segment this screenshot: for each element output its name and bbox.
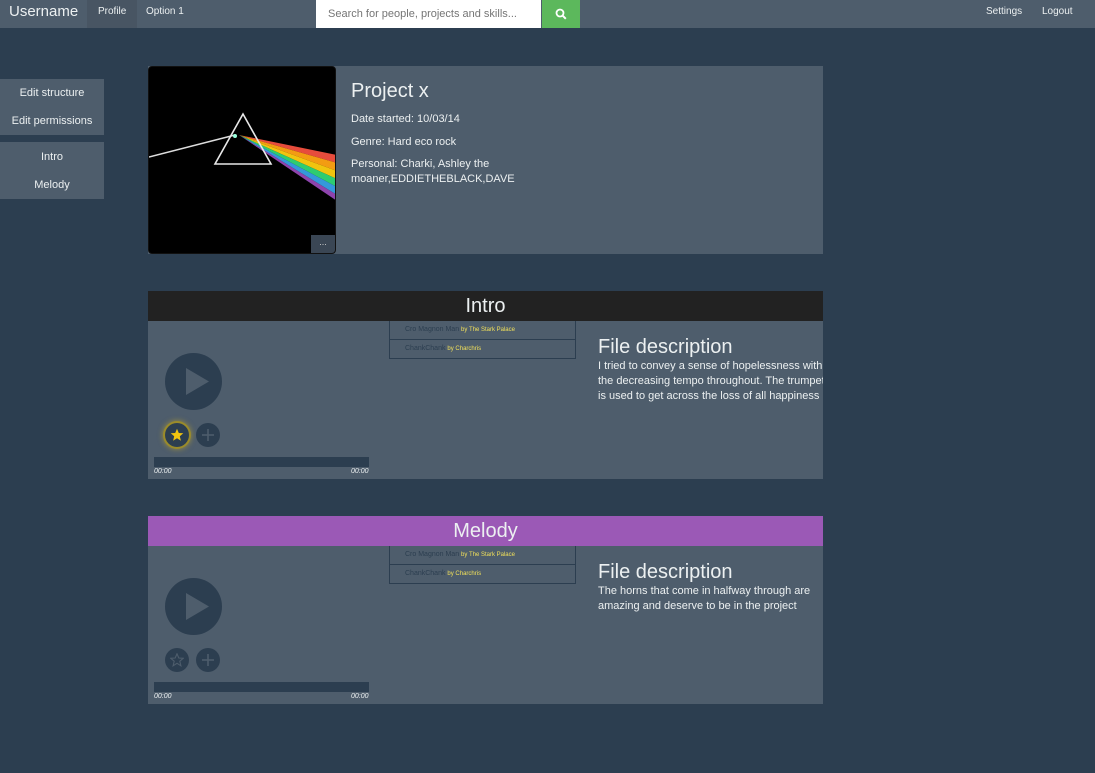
prism-artwork: [149, 67, 335, 253]
play-button[interactable]: [165, 578, 222, 635]
time-end: 00:00: [351, 468, 369, 475]
list-item[interactable]: Cro Magnon Man by The Stark Palace: [389, 546, 576, 565]
track-name: Cro Magnon Man: [405, 551, 460, 558]
track-name: Cro Magnon Man: [405, 326, 460, 333]
add-button[interactable]: [196, 648, 220, 672]
time-start: 00:00: [154, 468, 172, 475]
list-item[interactable]: Cro Magnon Man by The Stark Palace: [389, 321, 576, 340]
section-body: 00:00 00:00 Cro Magnon Man by The Stark …: [148, 321, 823, 479]
track-list: Cro Magnon Man by The Stark Palace Chank…: [389, 321, 576, 359]
nav-profile[interactable]: Profile: [87, 0, 138, 28]
add-button[interactable]: [196, 423, 220, 447]
sidebar-sections-group: Intro Melody: [0, 142, 104, 199]
star-button[interactable]: [165, 423, 189, 447]
section-body: 00:00 00:00 Cro Magnon Man by The Stark …: [148, 546, 823, 704]
section-header: Intro: [148, 291, 823, 321]
nav-logout[interactable]: Logout: [1031, 0, 1084, 28]
search-button[interactable]: [542, 0, 580, 28]
file-description-text: I tried to convey a sense of hopelessnes…: [598, 360, 823, 402]
star-button[interactable]: [165, 648, 189, 672]
plus-icon: [202, 429, 214, 441]
plus-icon: [202, 654, 214, 666]
sidebar-item-melody[interactable]: Melody: [0, 171, 104, 199]
project-date: Date started: 10/03/14: [351, 113, 460, 125]
project-card: ... Project x Date started: 10/03/14 Gen…: [148, 66, 823, 254]
play-icon: [186, 368, 209, 395]
track-author: by Charchris: [447, 571, 482, 577]
time-start: 00:00: [154, 693, 172, 700]
track-author: by The Stark Palace: [461, 327, 515, 333]
search-icon: [555, 8, 567, 20]
nav-settings[interactable]: Settings: [975, 0, 1033, 28]
section-header: Melody: [148, 516, 823, 546]
star-icon: [170, 653, 184, 667]
project-genre: Genre: Hard eco rock: [351, 136, 457, 148]
progress-bar[interactable]: [154, 457, 369, 467]
sidebar-item-edit-permissions[interactable]: Edit permissions: [0, 107, 104, 135]
sidebar-admin-group: Edit structure Edit permissions: [0, 79, 104, 135]
section-melody: Melody 00:00 00:00 Cro Magnon Man by The…: [148, 516, 823, 704]
file-description-title: File description: [598, 336, 733, 358]
section-intro: Intro 00:00 00:00 Cro Magnon Man by The …: [148, 291, 823, 479]
track-name: ChankChank: [405, 570, 446, 577]
nav-option-1[interactable]: Option 1: [135, 0, 195, 28]
file-description-text: The horns that come in halfway through a…: [598, 585, 811, 612]
track-author: by Charchris: [447, 346, 482, 352]
top-navbar: Username Profile Option 1 Settings Logou…: [0, 0, 1095, 28]
track-author: by The Stark Palace: [461, 552, 515, 558]
cover-more-button[interactable]: ...: [311, 235, 335, 253]
list-item[interactable]: ChankChank by Charchris: [389, 565, 576, 584]
file-description-title: File description: [598, 561, 733, 583]
project-title: Project x: [351, 80, 429, 102]
project-personal: Personal: Charki, Ashley the moaner,EDDI…: [351, 158, 515, 185]
time-end: 00:00: [351, 693, 369, 700]
track-name: ChankChank: [405, 345, 446, 352]
progress-bar[interactable]: [154, 682, 369, 692]
search-input[interactable]: [316, 0, 541, 28]
track-list: Cro Magnon Man by The Stark Palace Chank…: [389, 546, 576, 584]
sidebar-item-intro[interactable]: Intro: [0, 143, 104, 171]
album-cover-image: ...: [148, 66, 336, 254]
brand-username[interactable]: Username: [9, 3, 78, 20]
play-icon: [186, 593, 209, 620]
list-item[interactable]: ChankChank by Charchris: [389, 340, 576, 359]
star-icon: [170, 428, 184, 441]
play-button[interactable]: [165, 353, 222, 410]
sidebar-item-edit-structure[interactable]: Edit structure: [0, 79, 104, 107]
